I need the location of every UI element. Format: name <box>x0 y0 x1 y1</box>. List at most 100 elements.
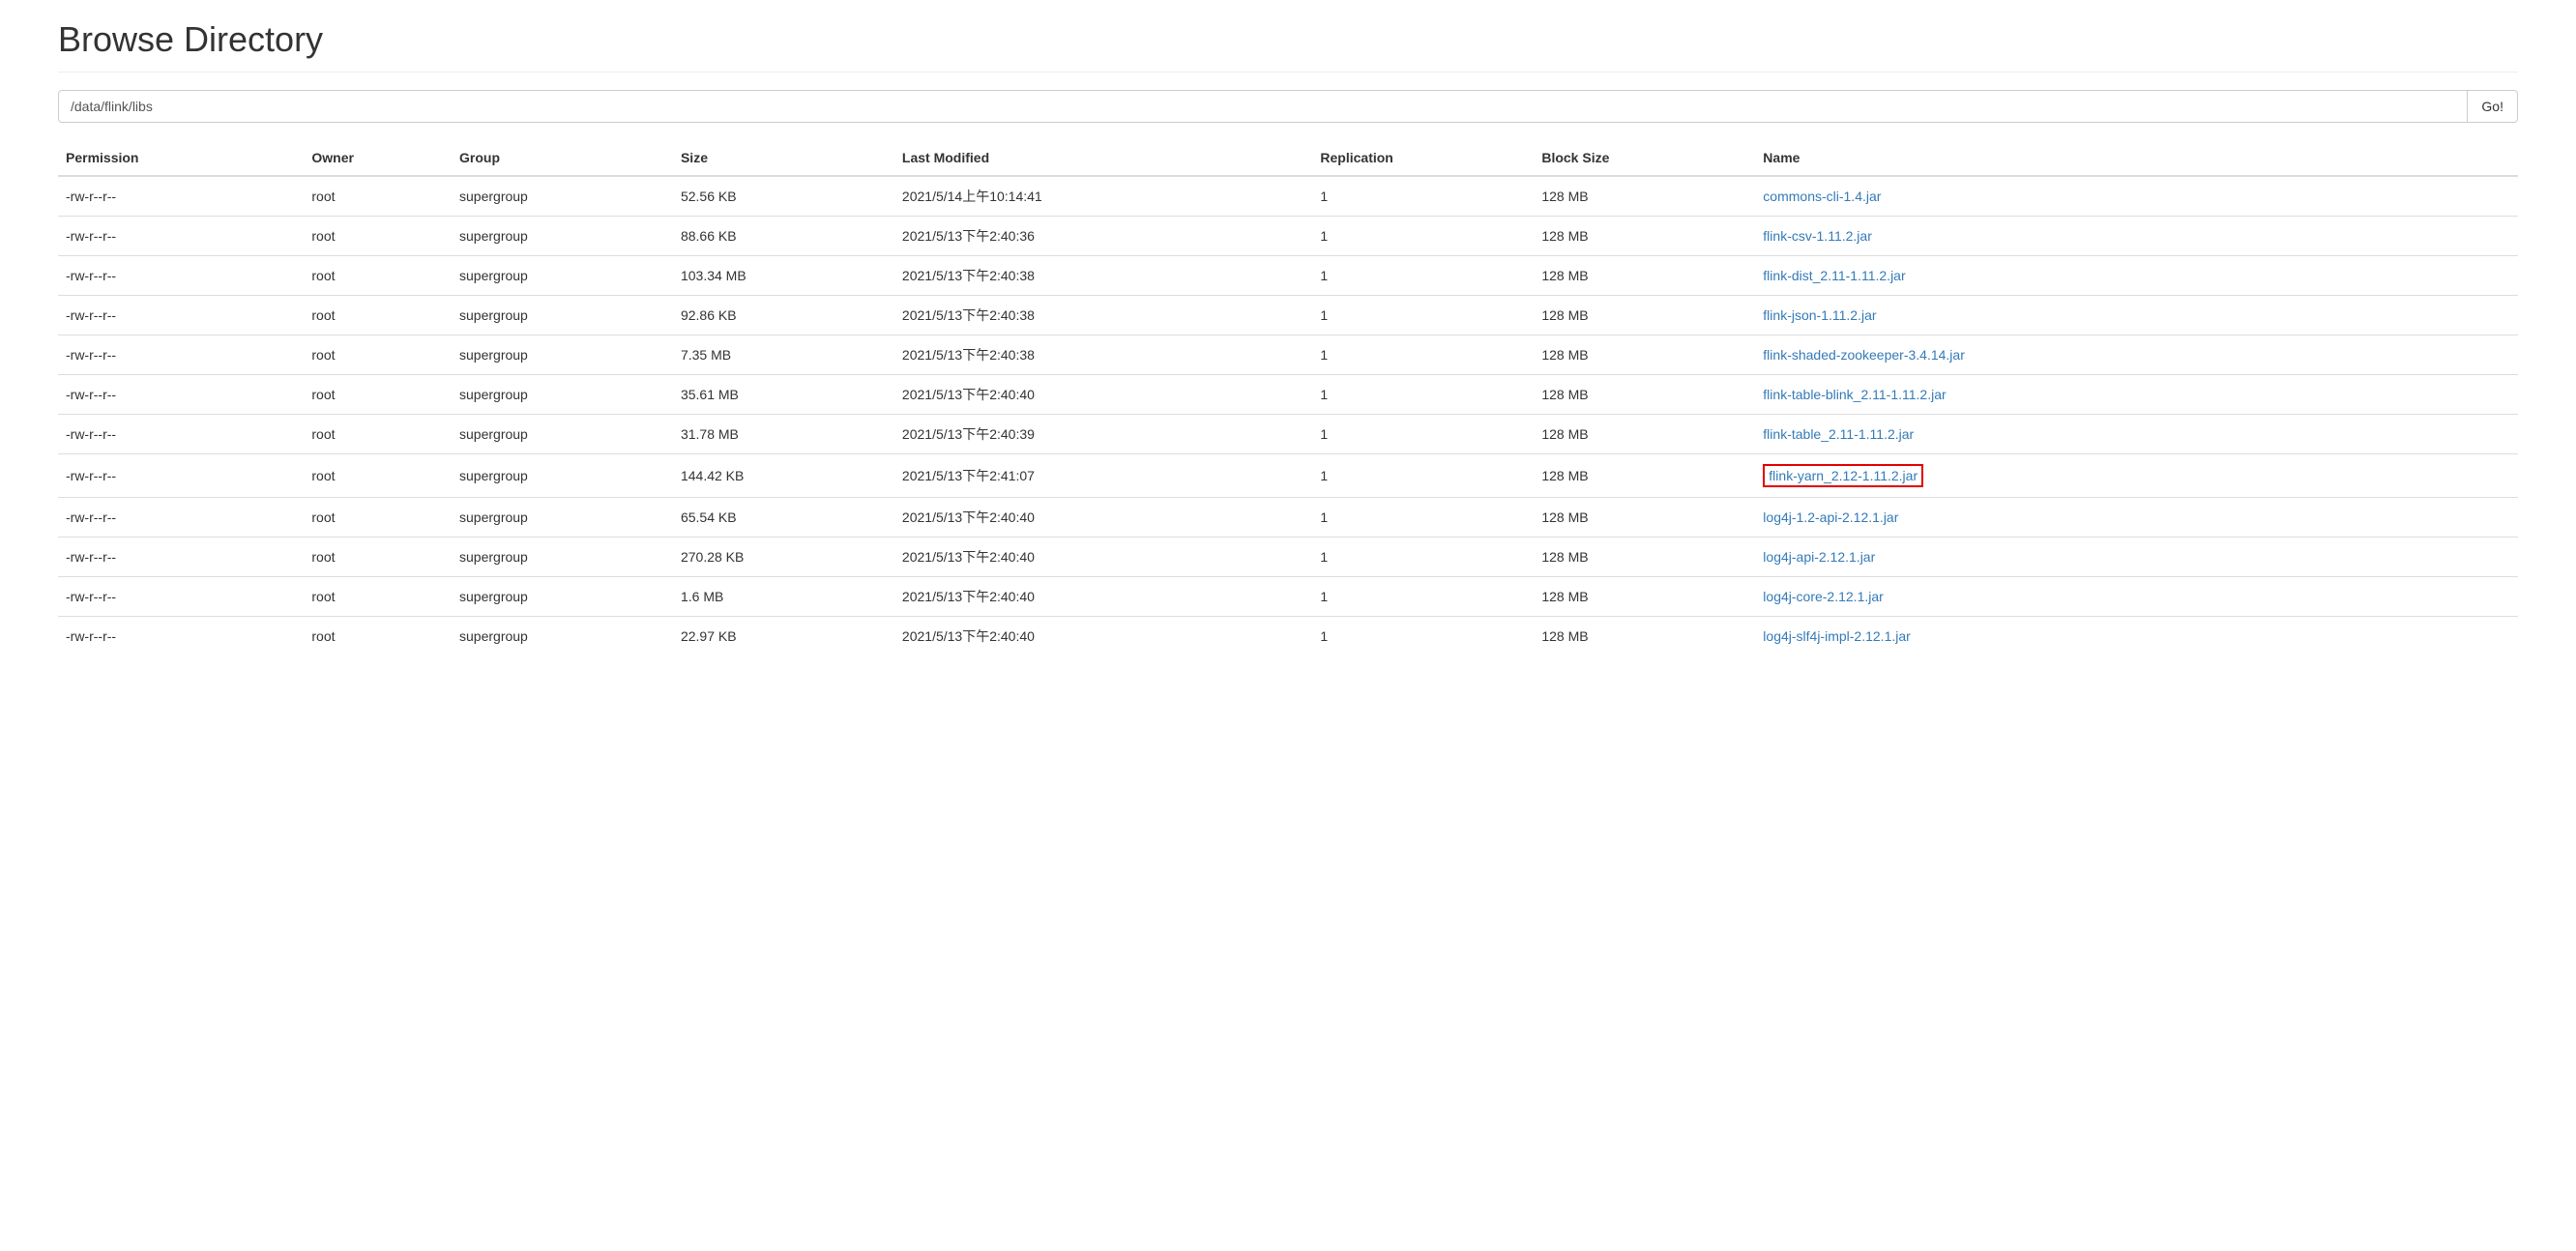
cell-replication: 1 <box>1312 498 1534 538</box>
cell-owner: root <box>304 577 452 617</box>
cell-size: 31.78 MB <box>673 415 894 454</box>
file-link[interactable]: flink-yarn_2.12-1.11.2.jar <box>1763 464 1923 487</box>
table-row: -rw-r--r--rootsupergroup7.35 MB2021/5/13… <box>58 335 2518 375</box>
cell-last_modified: 2021/5/13下午2:40:36 <box>894 217 1312 256</box>
cell-group: supergroup <box>452 217 673 256</box>
cell-size: 22.97 KB <box>673 617 894 656</box>
path-input[interactable] <box>58 90 2468 123</box>
table-row: -rw-r--r--rootsupergroup35.61 MB2021/5/1… <box>58 375 2518 415</box>
cell-owner: root <box>304 335 452 375</box>
header-name[interactable]: Name <box>1755 140 2518 176</box>
cell-name: log4j-api-2.12.1.jar <box>1755 538 2518 577</box>
cell-last_modified: 2021/5/13下午2:40:38 <box>894 296 1312 335</box>
cell-replication: 1 <box>1312 217 1534 256</box>
cell-block_size: 128 MB <box>1534 335 1755 375</box>
cell-replication: 1 <box>1312 617 1534 656</box>
go-button[interactable]: Go! <box>2468 90 2518 123</box>
cell-replication: 1 <box>1312 375 1534 415</box>
file-link[interactable]: log4j-slf4j-impl-2.12.1.jar <box>1763 628 1911 644</box>
cell-block_size: 128 MB <box>1534 538 1755 577</box>
header-group[interactable]: Group <box>452 140 673 176</box>
header-block-size[interactable]: Block Size <box>1534 140 1755 176</box>
cell-group: supergroup <box>452 498 673 538</box>
cell-owner: root <box>304 176 452 217</box>
cell-last_modified: 2021/5/13下午2:40:38 <box>894 256 1312 296</box>
cell-size: 35.61 MB <box>673 375 894 415</box>
cell-group: supergroup <box>452 296 673 335</box>
cell-block_size: 128 MB <box>1534 217 1755 256</box>
file-link[interactable]: flink-shaded-zookeeper-3.4.14.jar <box>1763 347 1965 363</box>
cell-name: log4j-slf4j-impl-2.12.1.jar <box>1755 617 2518 656</box>
cell-block_size: 128 MB <box>1534 415 1755 454</box>
cell-size: 1.6 MB <box>673 577 894 617</box>
cell-size: 144.42 KB <box>673 454 894 498</box>
header-replication[interactable]: Replication <box>1312 140 1534 176</box>
cell-name: flink-json-1.11.2.jar <box>1755 296 2518 335</box>
file-link[interactable]: flink-table-blink_2.11-1.11.2.jar <box>1763 387 1946 402</box>
cell-group: supergroup <box>452 538 673 577</box>
cell-group: supergroup <box>452 454 673 498</box>
table-row: -rw-r--r--rootsupergroup52.56 KB2021/5/1… <box>58 176 2518 217</box>
cell-permission: -rw-r--r-- <box>58 375 304 415</box>
cell-last_modified: 2021/5/14上午10:14:41 <box>894 176 1312 217</box>
path-input-group: Go! <box>58 90 2518 123</box>
cell-size: 52.56 KB <box>673 176 894 217</box>
table-row: -rw-r--r--rootsupergroup270.28 KB2021/5/… <box>58 538 2518 577</box>
cell-replication: 1 <box>1312 296 1534 335</box>
cell-permission: -rw-r--r-- <box>58 296 304 335</box>
cell-last_modified: 2021/5/13下午2:40:40 <box>894 617 1312 656</box>
cell-block_size: 128 MB <box>1534 176 1755 217</box>
header-owner[interactable]: Owner <box>304 140 452 176</box>
cell-size: 270.28 KB <box>673 538 894 577</box>
cell-name: flink-yarn_2.12-1.11.2.jar <box>1755 454 2518 498</box>
cell-permission: -rw-r--r-- <box>58 454 304 498</box>
file-link[interactable]: commons-cli-1.4.jar <box>1763 189 1881 204</box>
table-row: -rw-r--r--rootsupergroup88.66 KB2021/5/1… <box>58 217 2518 256</box>
file-link[interactable]: flink-table_2.11-1.11.2.jar <box>1763 426 1914 442</box>
cell-permission: -rw-r--r-- <box>58 217 304 256</box>
cell-group: supergroup <box>452 375 673 415</box>
cell-permission: -rw-r--r-- <box>58 415 304 454</box>
file-link[interactable]: flink-dist_2.11-1.11.2.jar <box>1763 268 1905 283</box>
cell-size: 103.34 MB <box>673 256 894 296</box>
table-row: -rw-r--r--rootsupergroup92.86 KB2021/5/1… <box>58 296 2518 335</box>
cell-replication: 1 <box>1312 176 1534 217</box>
header-permission[interactable]: Permission <box>58 140 304 176</box>
cell-permission: -rw-r--r-- <box>58 617 304 656</box>
header-last-modified[interactable]: Last Modified <box>894 140 1312 176</box>
file-link[interactable]: flink-json-1.11.2.jar <box>1763 307 1876 323</box>
cell-permission: -rw-r--r-- <box>58 498 304 538</box>
cell-owner: root <box>304 538 452 577</box>
cell-last_modified: 2021/5/13下午2:41:07 <box>894 454 1312 498</box>
cell-block_size: 128 MB <box>1534 454 1755 498</box>
divider <box>58 72 2518 73</box>
file-link[interactable]: log4j-1.2-api-2.12.1.jar <box>1763 509 1898 525</box>
file-link[interactable]: log4j-core-2.12.1.jar <box>1763 589 1884 604</box>
cell-group: supergroup <box>452 256 673 296</box>
cell-last_modified: 2021/5/13下午2:40:40 <box>894 498 1312 538</box>
cell-block_size: 128 MB <box>1534 375 1755 415</box>
cell-replication: 1 <box>1312 538 1534 577</box>
cell-last_modified: 2021/5/13下午2:40:40 <box>894 538 1312 577</box>
cell-size: 88.66 KB <box>673 217 894 256</box>
file-table: Permission Owner Group Size Last Modifie… <box>58 140 2518 655</box>
cell-group: supergroup <box>452 577 673 617</box>
table-row: -rw-r--r--rootsupergroup65.54 KB2021/5/1… <box>58 498 2518 538</box>
cell-last_modified: 2021/5/13下午2:40:40 <box>894 375 1312 415</box>
table-row: -rw-r--r--rootsupergroup31.78 MB2021/5/1… <box>58 415 2518 454</box>
file-link[interactable]: log4j-api-2.12.1.jar <box>1763 549 1875 565</box>
header-size[interactable]: Size <box>673 140 894 176</box>
cell-size: 7.35 MB <box>673 335 894 375</box>
cell-last_modified: 2021/5/13下午2:40:39 <box>894 415 1312 454</box>
cell-replication: 1 <box>1312 577 1534 617</box>
file-link[interactable]: flink-csv-1.11.2.jar <box>1763 228 1872 244</box>
table-row: -rw-r--r--rootsupergroup1.6 MB2021/5/13下… <box>58 577 2518 617</box>
cell-block_size: 128 MB <box>1534 296 1755 335</box>
cell-last_modified: 2021/5/13下午2:40:38 <box>894 335 1312 375</box>
cell-owner: root <box>304 296 452 335</box>
cell-name: flink-dist_2.11-1.11.2.jar <box>1755 256 2518 296</box>
cell-name: flink-table-blink_2.11-1.11.2.jar <box>1755 375 2518 415</box>
cell-owner: root <box>304 375 452 415</box>
cell-name: log4j-core-2.12.1.jar <box>1755 577 2518 617</box>
cell-name: log4j-1.2-api-2.12.1.jar <box>1755 498 2518 538</box>
